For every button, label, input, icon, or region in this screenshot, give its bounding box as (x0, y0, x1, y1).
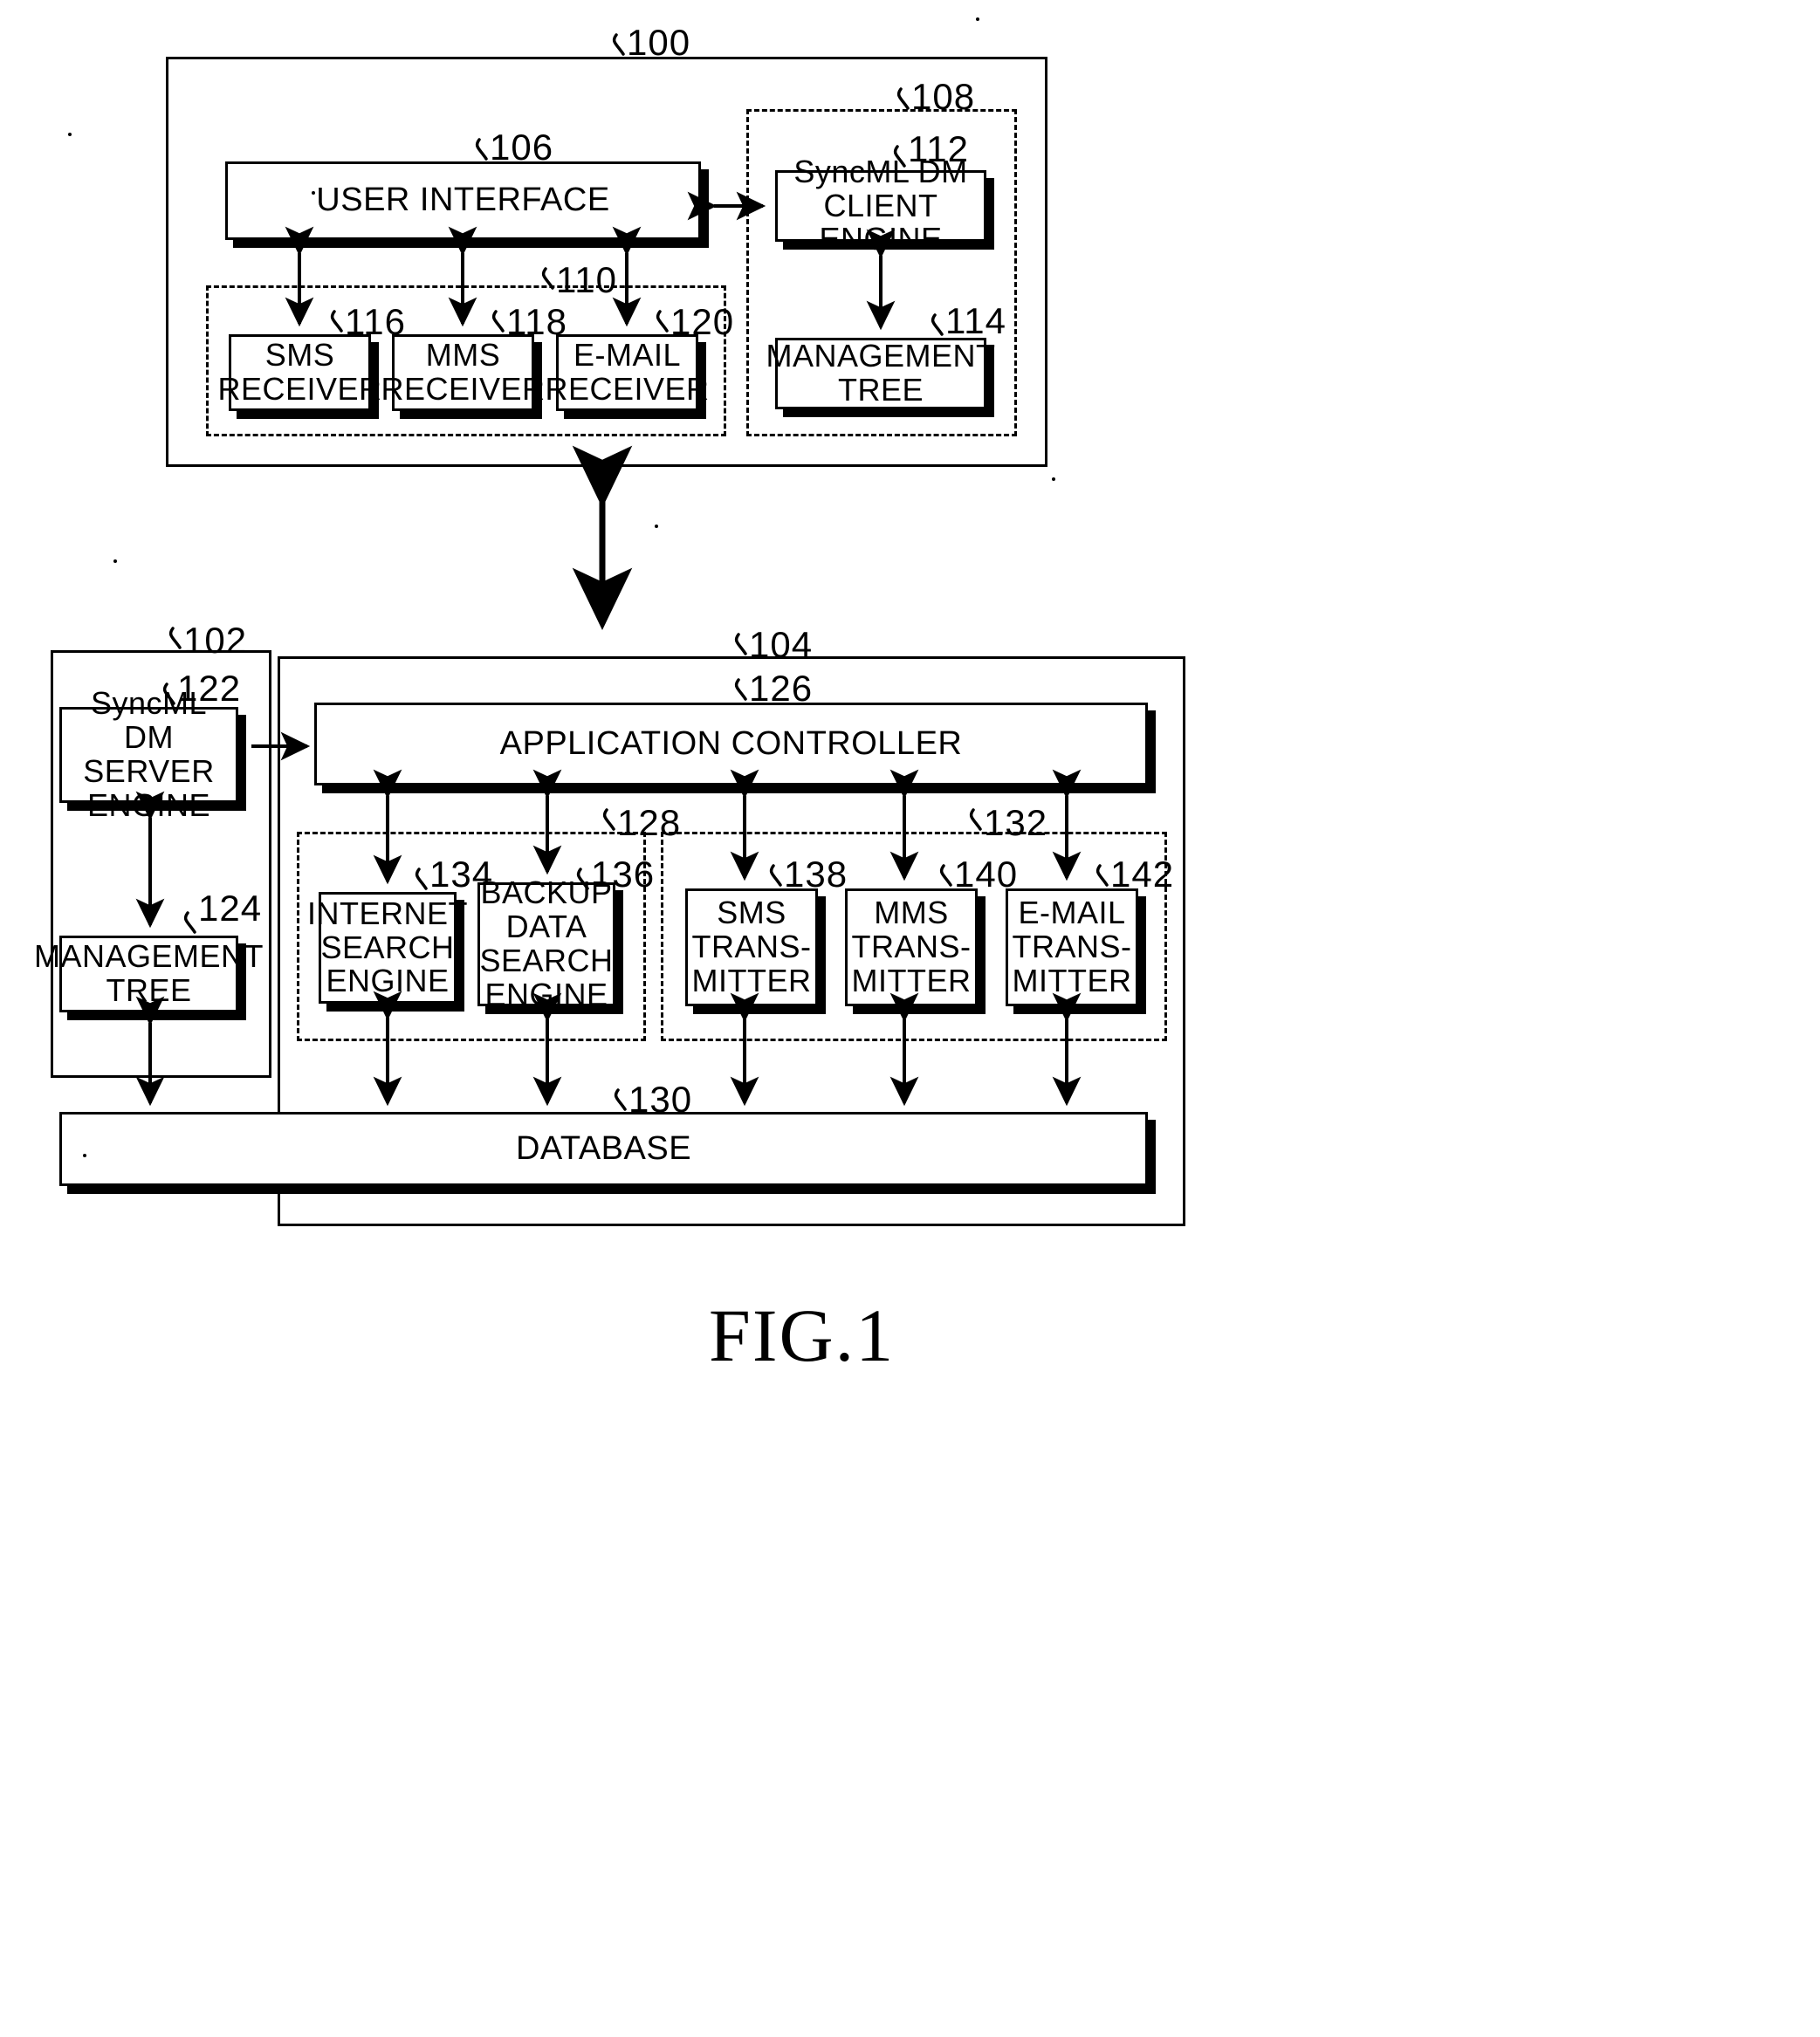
ref-110: 110 (556, 259, 617, 300)
figure-caption: FIG.1 (709, 1293, 896, 1377)
ref-104: 104 (749, 624, 814, 665)
client-management-tree-label: MANAGEMENT TREE (766, 338, 996, 408)
internet-search-engine-box: INTERNET SEARCH ENGINE (307, 892, 468, 1004)
sms-receiver-box: SMS RECEIVER (217, 334, 381, 411)
email-transmitter-label: E-MAIL TRANS- MITTER (1012, 895, 1132, 998)
scan-speck (312, 191, 315, 195)
ref-136: 136 (591, 854, 656, 895)
scan-speck (113, 559, 117, 563)
user-interface-label: USER INTERFACE (316, 182, 610, 219)
ref-122: 122 (177, 668, 242, 709)
ref-142: 142 (1110, 854, 1175, 895)
sms-receiver-label: SMS RECEIVER (217, 337, 382, 407)
ref-120: 120 (670, 301, 735, 342)
ref-138: 138 (784, 854, 848, 895)
sms-transmitter-label: SMS TRANS- MITTER (691, 895, 812, 998)
application-controller-box: APPLICATION CONTROLLER (314, 703, 1148, 785)
scan-speck (655, 525, 658, 528)
email-receiver-label: E-MAIL RECEIVER (545, 337, 710, 407)
email-transmitter-box: E-MAIL TRANS- MITTER (1006, 888, 1138, 1006)
internet-search-engine-label: INTERNET SEARCH ENGINE (307, 895, 468, 999)
mms-receiver-box: MMS RECEIVER (381, 334, 545, 411)
dm-client-engine-label: SyncML DM CLIENT ENGINE (793, 153, 968, 257)
mms-transmitter-label: MMS TRANS- MITTER (851, 895, 972, 998)
application-controller-label: APPLICATION CONTROLLER (499, 724, 963, 762)
email-receiver-box: E-MAIL RECEIVER (545, 334, 709, 411)
ref-140: 140 (954, 854, 1019, 895)
scan-speck (976, 17, 979, 21)
sms-transmitter-box: SMS TRANS- MITTER (685, 888, 818, 1006)
ref-132: 132 (984, 802, 1048, 843)
mms-transmitter-box: MMS TRANS- MITTER (845, 888, 978, 1006)
ref-102: 102 (183, 620, 248, 661)
backup-data-search-engine-box: BACKUP DATA SEARCH ENGINE (477, 875, 615, 1012)
patent-figure-page: 100 USER INTERFACE 106 108 SyncML DM CLI… (0, 0, 1820, 2037)
ref-124: 124 (198, 888, 263, 929)
dm-client-engine-box: SyncML DM CLIENT ENGINE (775, 154, 986, 256)
ref-130: 130 (628, 1079, 693, 1120)
ref-114: 114 (945, 300, 1006, 341)
database-label: DATABASE (515, 1129, 692, 1167)
scan-speck (83, 1154, 86, 1157)
scan-speck (68, 133, 72, 136)
backup-data-search-engine-label: BACKUP DATA SEARCH ENGINE (479, 874, 614, 1012)
mms-receiver-label: MMS RECEIVER (381, 337, 546, 407)
user-interface-box: USER INTERFACE (225, 161, 701, 240)
ref-108: 108 (911, 76, 976, 117)
server-management-tree-box: MANAGEMENT TREE (34, 936, 264, 1012)
ref-100: 100 (627, 22, 691, 63)
database-box: DATABASE (59, 1112, 1148, 1186)
client-management-tree-box: MANAGEMENT TREE (766, 338, 995, 409)
server-management-tree-label: MANAGEMENT TREE (34, 938, 264, 1008)
ref-106: 106 (490, 127, 554, 168)
ref-112: 112 (908, 128, 969, 169)
dm-server-engine-box: SyncML DM SERVER ENGINE (59, 686, 238, 822)
ref-126: 126 (749, 668, 814, 709)
scan-speck (1052, 477, 1055, 481)
